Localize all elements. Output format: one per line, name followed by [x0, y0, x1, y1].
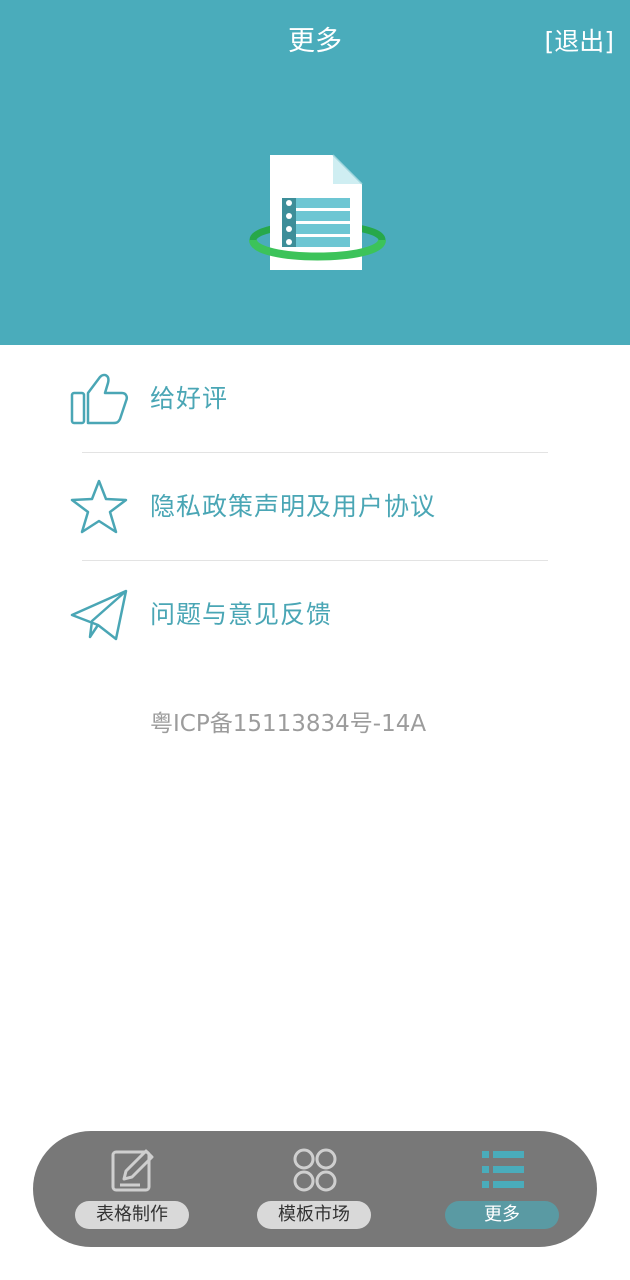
star-icon [70, 479, 128, 534]
logout-button[interactable]: [退出] [544, 22, 614, 62]
paper-plane-icon [70, 589, 128, 641]
tab-label: 表格制作 [75, 1201, 189, 1229]
grid-icon [293, 1148, 337, 1192]
menu-item-feedback[interactable]: 问题与意见反馈 [0, 561, 630, 669]
page-title: 更多 [288, 26, 342, 57]
menu-item-privacy[interactable]: 隐私政策声明及用户协议 [0, 453, 630, 561]
menu-item-label: 隐私政策声明及用户协议 [150, 492, 437, 521]
tab-template-market[interactable]: 模板市场 [245, 1131, 385, 1247]
icp-license-text: 粤ICP备15113834号-14A [150, 711, 427, 737]
spreadsheet-logo-icon [249, 154, 386, 270]
edit-icon [111, 1149, 154, 1192]
menu-item-rate[interactable]: 给好评 [0, 345, 630, 453]
menu-item-label: 问题与意见反馈 [150, 600, 333, 629]
tab-label: 模板市场 [257, 1201, 371, 1229]
bottom-tab-bar: 表格制作 模板市场 更多 [33, 1131, 597, 1247]
tab-label: 更多 [445, 1201, 559, 1229]
tab-more[interactable]: 更多 [433, 1131, 573, 1247]
menu-item-label: 给好评 [150, 384, 229, 413]
list-icon [482, 1151, 524, 1188]
tab-table-create[interactable]: 表格制作 [63, 1131, 203, 1247]
header: 更多 [退出] [0, 0, 630, 345]
thumbs-up-icon [70, 373, 129, 425]
